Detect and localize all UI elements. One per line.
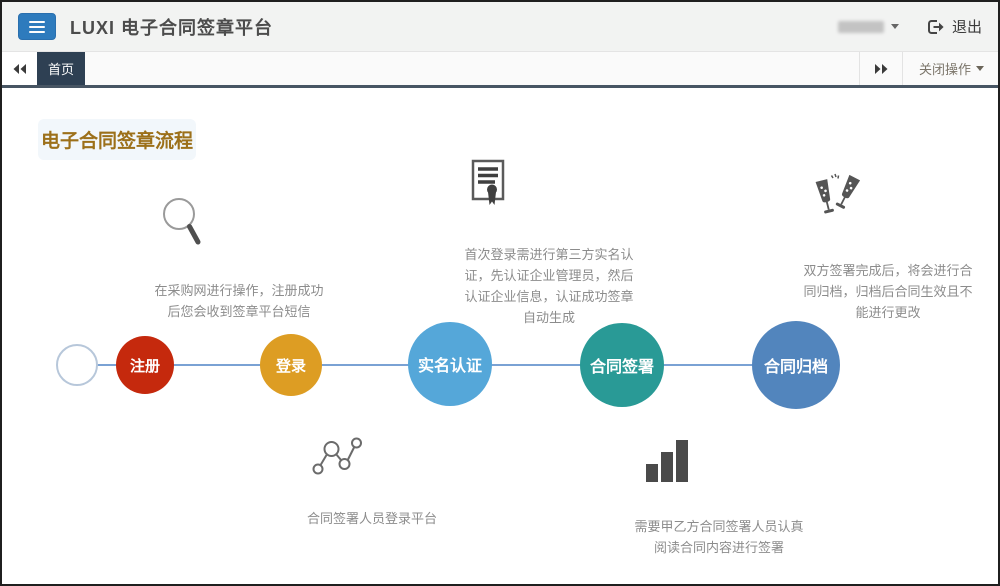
header-right: 退出	[838, 16, 982, 37]
step-contract-sign: 合同签署	[580, 323, 664, 407]
bar-chart-icon	[644, 438, 690, 482]
magnifier-icon	[160, 196, 204, 248]
double-chevron-left-icon	[12, 63, 28, 75]
logout-button[interactable]: 退出	[927, 16, 982, 37]
app-header: LUXI 电子合同签章平台 退出	[2, 2, 998, 52]
step-register: 注册	[116, 336, 174, 394]
logout-label: 退出	[952, 16, 982, 37]
close-operations-dropdown[interactable]: 关闭操作	[903, 52, 998, 85]
note-archive: 双方签署完成后，将会进行合 同归档，归档后合同生效且不 能进行更改	[788, 260, 988, 323]
page-title: 电子合同签章流程	[38, 119, 196, 160]
app-window: LUXI 电子合同签章平台 退出 首页	[0, 0, 1000, 586]
main-content: 电子合同签章流程	[2, 88, 998, 581]
chevron-down-icon	[976, 66, 984, 71]
user-menu[interactable]	[838, 21, 899, 33]
step-realname-auth: 实名认证	[408, 322, 492, 406]
tab-bar: 首页 关闭操作	[2, 52, 998, 88]
trend-nodes-icon	[310, 436, 364, 478]
toast-glasses-icon	[810, 173, 862, 223]
certificate-icon	[470, 158, 506, 208]
hamburger-menu-button[interactable]	[18, 13, 56, 40]
step-contract-archive: 合同归档	[752, 321, 840, 409]
username-redacted	[838, 21, 884, 33]
step-login: 登录	[260, 334, 322, 396]
double-chevron-right-icon	[873, 63, 889, 75]
flow-start-circle	[56, 344, 98, 386]
chevron-down-icon	[891, 24, 899, 29]
tab-home[interactable]: 首页	[37, 52, 85, 85]
close-operations-label: 关闭操作	[919, 59, 971, 78]
sign-out-icon	[927, 19, 944, 35]
note-sign: 需要甲乙方合同签署人员认真 阅读合同内容进行签署	[609, 516, 829, 558]
note-login: 合同签署人员登录平台	[262, 508, 482, 529]
tabs-scroll-right-button[interactable]	[859, 52, 903, 85]
tabs-scroll-left-button[interactable]	[2, 52, 37, 85]
hamburger-icon	[29, 21, 45, 23]
note-register: 在采购网进行操作，注册成功 后您会收到签章平台短信	[149, 280, 329, 322]
note-realname-auth: 首次登录需进行第三方实名认 证，先认证企业管理员，然后 认证企业信息，认证成功签…	[449, 244, 649, 328]
app-title: LUXI 电子合同签章平台	[70, 14, 273, 40]
tabbar-spacer	[85, 52, 859, 85]
